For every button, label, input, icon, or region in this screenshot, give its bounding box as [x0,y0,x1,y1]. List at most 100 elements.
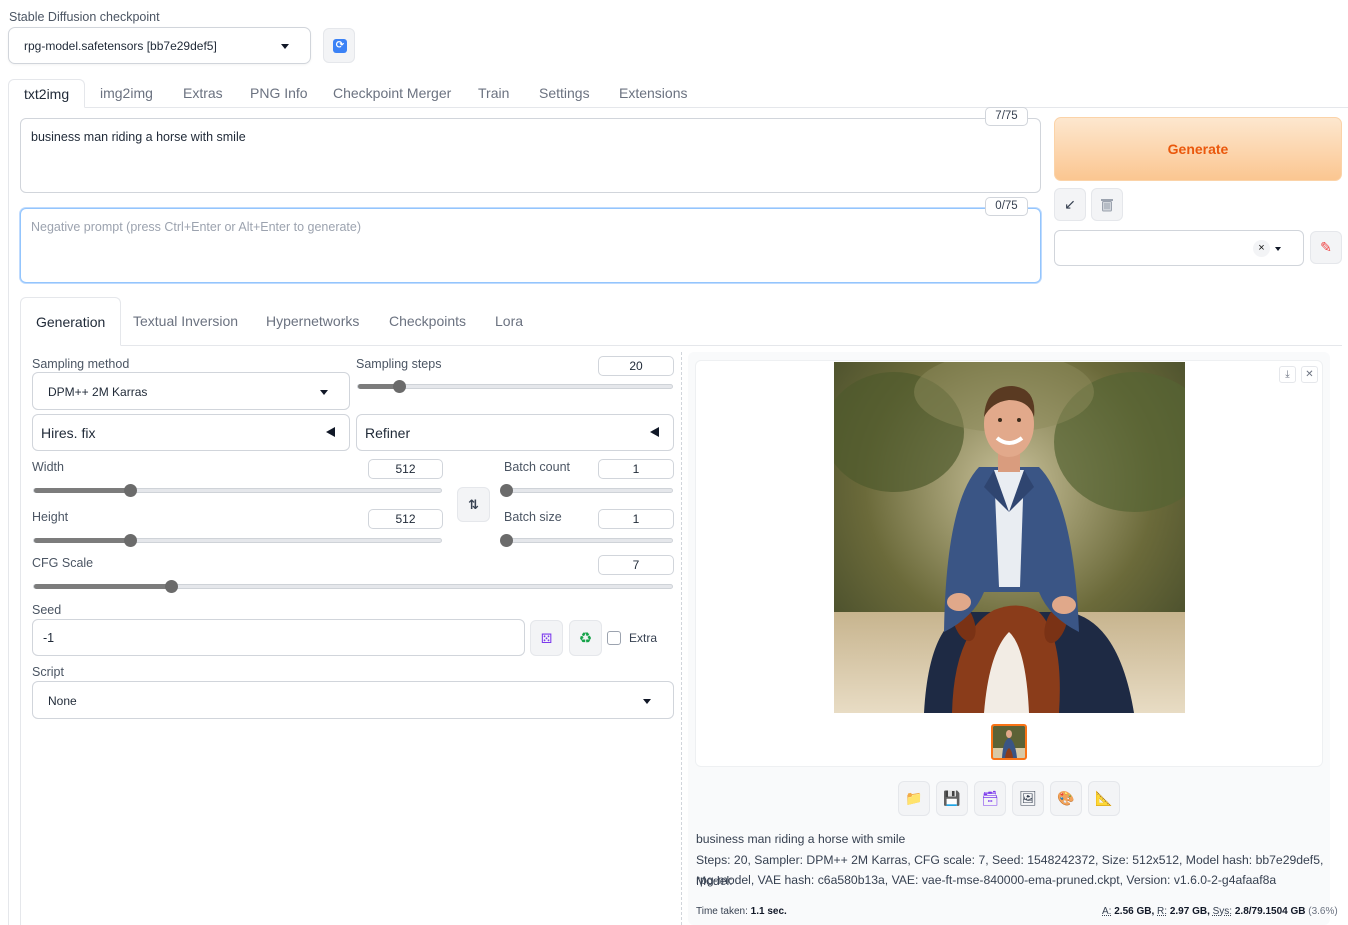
recycle-icon: ♻ [578,630,593,647]
close-icon: ✕ [1305,369,1314,380]
output-prompt-text: business man riding a horse with smile [696,832,906,846]
close-gallery-button[interactable]: ✕ [1301,366,1318,383]
save-icon: 💾 [943,790,961,806]
send-to-inpaint-icon: 🎨 [1057,790,1075,806]
trash-icon [1101,199,1113,212]
tab-checkpoint-merger[interactable]: Checkpoint Merger [318,79,466,108]
arrow-down-left-icon: ↙ [1064,196,1076,212]
checkpoint-dropdown[interactable]: rpg-model.safetensors [bb7e29def5] [8,27,311,64]
chevron-down-icon [1275,247,1281,251]
script-dropdown[interactable]: None [32,681,674,719]
generate-button[interactable]: Generate [1054,117,1342,181]
send-to-img2img-button[interactable]: 🖼 [1012,781,1044,816]
tab-lora[interactable]: Lora [480,297,538,346]
generated-image[interactable] [834,362,1185,713]
batch-count-slider[interactable] [500,484,673,497]
tab-textual-inversion[interactable]: Textual Inversion [118,297,253,346]
sampling-steps-slider[interactable] [357,380,673,393]
tab-train[interactable]: Train [463,79,524,108]
refiner-accordion[interactable]: Refiner [356,414,674,451]
swap-dimensions-button[interactable]: ⇅ [457,487,490,522]
batch-size-input[interactable]: 1 [598,509,674,529]
slider-fill [34,538,130,543]
download-icon: ⤓ [1285,369,1290,380]
negative-prompt-textarea[interactable]: Negative prompt (press Ctrl+Enter or Alt… [20,208,1041,283]
seed-label: Seed [32,603,62,617]
tab-hypernetworks[interactable]: Hypernetworks [251,297,374,346]
dice-icon: ⚄ [540,631,553,646]
send-to-inpaint-button[interactable]: 🎨 [1050,781,1082,816]
tab-txt2img[interactable]: txt2img [8,79,86,108]
mem-sys-value: 2.8/79.1504 GB [1234,906,1306,917]
save-button[interactable]: 💾 [936,781,968,816]
script-value: None [48,694,77,708]
chevron-down-icon [643,699,651,704]
batch-count-label: Batch count [504,460,571,474]
slider-handle[interactable] [393,380,406,393]
output-params-line-2: rpg-model, VAE hash: c6a580b13a, VAE: va… [696,873,1277,887]
read-params-button[interactable]: ↙ [1054,188,1086,221]
zip-icon: 🗃 [981,790,999,806]
seed-value: -1 [43,631,55,645]
clear-style-button[interactable]: × [1253,240,1270,257]
folder-icon: 📁 [905,790,923,806]
extra-seed-checkbox[interactable] [607,631,621,645]
mem-a-value: 2.56 GB, [1114,906,1155,917]
tab-settings[interactable]: Settings [524,79,605,108]
mem-r-value: 2.97 GB, [1169,906,1210,917]
slider-handle[interactable] [124,534,137,547]
time-taken-label: Time taken: [696,906,748,917]
gallery-thumbnail[interactable] [991,724,1027,760]
slider-handle[interactable] [165,580,178,593]
negative-prompt-placeholder: Negative prompt (press Ctrl+Enter or Alt… [31,220,362,234]
slider-handle[interactable] [500,534,513,547]
prompt-token-counter: 7/75 [985,107,1028,126]
width-input[interactable]: 512 [368,459,443,479]
checkpoint-value: rpg-model.safetensors [bb7e29def5] [24,39,217,53]
width-label: Width [32,460,64,474]
batch-count-input[interactable]: 1 [598,459,674,479]
sampling-method-label: Sampling method [32,357,130,371]
tab-extensions[interactable]: Extensions [604,79,702,108]
download-button[interactable]: ⤓ [1279,366,1296,383]
cfg-scale-input[interactable]: 7 [598,555,674,575]
height-label: Height [32,510,69,524]
memory-usage: A: 2.56 GB, R: 2.97 GB, Sys: 2.8/79.1504… [1102,906,1338,917]
checkpoint-label: Stable Diffusion checkpoint [9,10,160,24]
width-slider[interactable] [33,484,442,497]
height-slider[interactable] [33,534,442,547]
mem-sys-label: Sys: [1212,906,1233,917]
tab-checkpoints[interactable]: Checkpoints [374,297,481,346]
send-to-extras-button[interactable]: 📐 [1088,781,1120,816]
clear-prompt-button[interactable] [1091,188,1123,221]
seed-input[interactable]: -1 [32,619,525,656]
tab-img2img[interactable]: img2img [85,79,168,108]
height-input[interactable]: 512 [368,509,443,529]
refresh-checkpoint-button[interactable]: ⟳ [323,28,355,63]
sampling-method-value: DPM++ 2M Karras [48,385,148,399]
zip-button[interactable]: 🗃 [974,781,1006,816]
sampling-steps-input[interactable]: 20 [598,356,674,376]
random-seed-button[interactable]: ⚄ [530,620,563,656]
triangle-left-icon [650,427,659,437]
mem-a-label: A: [1102,906,1112,917]
cfg-scale-slider[interactable] [33,580,673,593]
batch-size-slider[interactable] [500,534,673,547]
slider-handle[interactable] [500,484,513,497]
extra-label: Extra [629,631,658,645]
chevron-down-icon [320,390,328,395]
open-folder-button[interactable]: 📁 [898,781,930,816]
tab-generation[interactable]: Generation [20,297,122,346]
tab-extras[interactable]: Extras [168,79,238,108]
hires-fix-accordion[interactable]: Hires. fix [32,414,350,451]
sampling-method-dropdown[interactable]: DPM++ 2M Karras [32,372,350,410]
tab-png-info[interactable]: PNG Info [235,79,323,108]
sampling-steps-label: Sampling steps [356,357,442,371]
prompt-text: business man riding a horse with smile [31,130,246,144]
reuse-seed-button[interactable]: ♻ [569,620,602,656]
edit-styles-button[interactable]: ✎ [1310,231,1342,264]
slider-handle[interactable] [124,484,137,497]
styles-dropdown[interactable]: × [1054,230,1304,266]
prompt-textarea[interactable]: business man riding a horse with smile [20,118,1041,193]
chevron-down-icon [281,44,289,49]
